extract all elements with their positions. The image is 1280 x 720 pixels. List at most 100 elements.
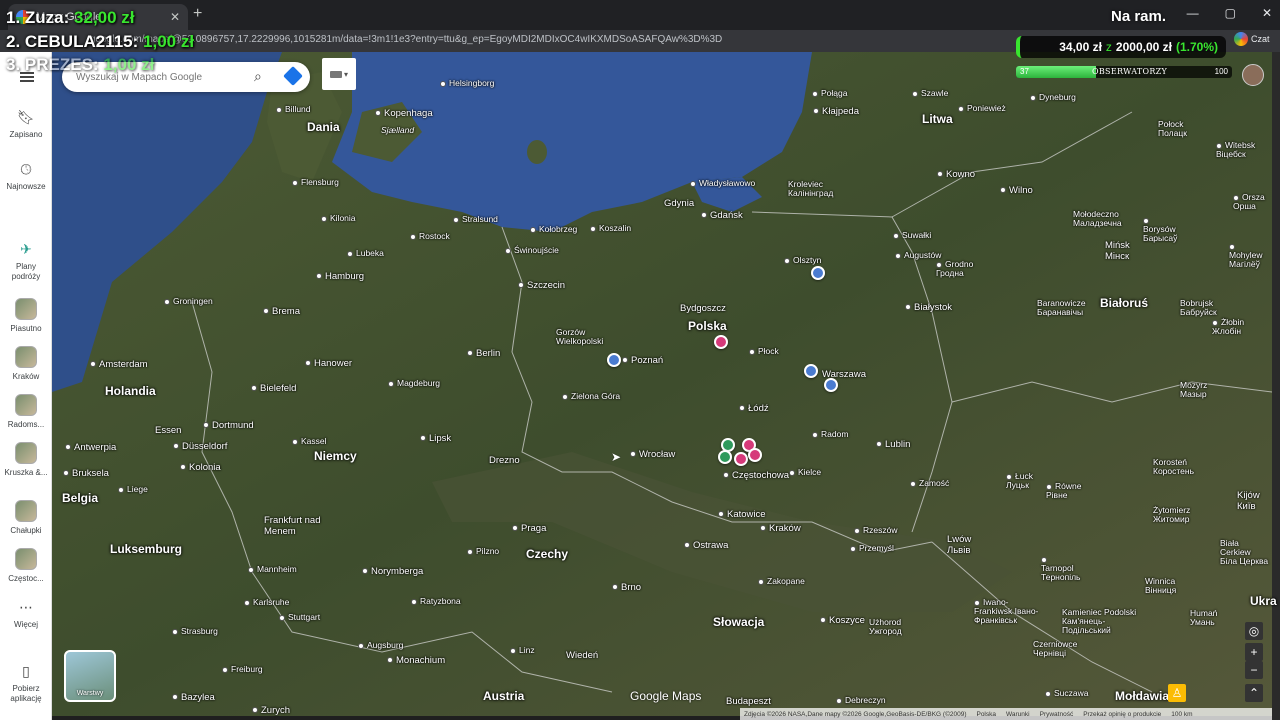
city-label: Kopenhaga [375, 108, 433, 119]
city-label: Połock Полацк [1158, 119, 1187, 138]
rail-item-place[interactable]: Chałupki [0, 500, 52, 536]
rail-item-place[interactable]: Kruszka &... [0, 442, 52, 478]
donation-goal: 34,00 zł z 2000,00 zł (1.70%) [1016, 36, 1226, 58]
input-tools-button[interactable]: ▾ [322, 58, 356, 90]
observers-max: 100 [1214, 67, 1228, 76]
zoom-in-button[interactable]: + [1245, 643, 1263, 661]
account-avatar[interactable] [1242, 64, 1264, 86]
city-label: Biała Cerkiew Біла Церква [1220, 538, 1269, 566]
saved-place-pin[interactable] [811, 266, 825, 280]
favorite-place-pin[interactable] [748, 448, 762, 462]
city-label: Pilzno [467, 546, 499, 556]
close-window-button[interactable]: ✕ [1262, 6, 1272, 20]
saved-place-pin[interactable] [824, 378, 838, 392]
saved-place-pin[interactable] [804, 364, 818, 378]
city-label: Rzeszów [854, 525, 897, 535]
rail-item-recent[interactable]: 🕓︎ Najnowsze [0, 160, 52, 192]
city-label: Bielefeld [251, 383, 296, 394]
window-controls: — ▢ ✕ [1187, 6, 1272, 20]
rail-item-get-app[interactable]: ▯ Pobierz aplikację [0, 662, 52, 704]
rail-item-more[interactable]: ⋯ Więcej [0, 598, 52, 630]
rail-item-saved[interactable]: 🔖︎ Zapisano [0, 108, 52, 140]
city-label: Częstochowa [723, 470, 789, 481]
city-label: Freiburg [222, 664, 263, 674]
city-label: Połąga [812, 88, 847, 98]
city-label: Liege [118, 484, 148, 494]
city-label: Wrocław [630, 449, 675, 460]
zoom-out-button[interactable]: − [1245, 661, 1263, 679]
leader-amount: 1,00 zł [143, 32, 195, 51]
saved-place-pin[interactable] [607, 353, 621, 367]
city-label: Monachium [387, 655, 445, 666]
page-scrollbar[interactable] [1272, 52, 1280, 720]
city-label: Płock [749, 346, 779, 356]
leader-amount: 32,00 zł [74, 8, 135, 27]
city-label: Flensburg [292, 177, 339, 187]
scale-label: 100 km [1171, 710, 1193, 718]
city-label: Mińsk Мінск [1105, 240, 1130, 262]
city-label: Wiedeń [566, 650, 599, 661]
place-thumbnail [15, 394, 37, 416]
city-label: Władysławowo [690, 178, 755, 188]
city-label: Winnica Вінниця [1145, 576, 1177, 595]
city-label: Zamość [910, 478, 949, 488]
rail-item-place[interactable]: Radoms... [0, 394, 52, 430]
city-label: Gorzów Wielkopolski [556, 327, 604, 346]
city-label: Brno [612, 582, 641, 593]
rail-item-trips[interactable]: ✈︎ Plany podróży [0, 240, 52, 282]
footer-link-terms[interactable]: Warunki [1006, 711, 1030, 718]
search-icon[interactable]: ⌕ [254, 68, 262, 85]
country-label: Holandia [105, 384, 156, 398]
directions-icon[interactable] [283, 66, 303, 86]
footer-link-country[interactable]: Polska [976, 711, 996, 718]
chat-button[interactable]: Czat [1234, 32, 1270, 46]
maximize-button[interactable]: ▢ [1225, 6, 1236, 20]
favorite-place-pin[interactable] [714, 335, 728, 349]
my-location-icon[interactable]: ◎ [1245, 622, 1263, 640]
rail-item-place[interactable]: Piasutno [0, 298, 52, 334]
rail-item-label: Zapisano [9, 130, 43, 139]
city-label: Wilno [1000, 185, 1033, 196]
expand-icon[interactable]: ⌃ [1245, 684, 1263, 702]
city-label: Kołobrzeg [530, 224, 577, 234]
goal-percent: (1.70%) [1175, 40, 1218, 54]
dropdown-arrow-icon: ▾ [343, 69, 348, 79]
observers-count: 37 [1020, 67, 1029, 76]
favorite-place-pin[interactable] [734, 452, 748, 466]
city-label: Karlsruhe [244, 597, 289, 607]
rail-item-place[interactable]: Częstoc... [0, 548, 52, 584]
city-label: Kowno [937, 169, 975, 180]
keyboard-icon [329, 70, 342, 78]
city-label: Kroleviec Калінінград [788, 179, 834, 198]
rail-item-label: Pobierz aplikację [10, 684, 42, 703]
rail-item-label: Piasutno [10, 324, 42, 333]
rail-item-label: Częstoc... [8, 574, 44, 583]
footer-link-feedback[interactable]: Przekaż opinię o produkcie [1083, 711, 1161, 718]
layers-button[interactable]: Warstwy [64, 650, 116, 702]
country-label: Niemcy [314, 449, 357, 463]
city-label: Stuttgart [279, 612, 320, 622]
tab-close-icon[interactable]: ✕ [170, 10, 180, 24]
city-label: Amsterdam [90, 359, 148, 370]
city-label: Mołodeczno Маладзечна [1073, 209, 1122, 228]
country-label: Słowacja [713, 615, 765, 629]
city-label: Essen [155, 425, 182, 436]
leader-amount: 1,00 zł [103, 55, 155, 74]
pegman-icon[interactable]: ♙ [1168, 684, 1186, 702]
city-label: Billund [276, 104, 311, 114]
city-label: Bydgoszcz [680, 303, 726, 314]
footer-link-privacy[interactable]: Prywatność [1040, 711, 1074, 718]
city-label: Strasburg [172, 626, 218, 636]
new-tab-button[interactable]: + [193, 5, 202, 23]
city-label: Kraków [760, 523, 801, 534]
leaderboard-entry-3: 3. PREZES: 1,00 zł [6, 55, 154, 75]
rail-item-place[interactable]: Kraków [0, 346, 52, 382]
minimize-button[interactable]: — [1187, 6, 1199, 20]
city-label: Augustów [895, 250, 941, 260]
saved-place-pin[interactable] [718, 450, 732, 464]
country-label: Litwa [922, 112, 953, 126]
city-label: Frankfurt nad Menem [264, 515, 321, 537]
city-label: Białystok [905, 302, 952, 313]
city-label: Linz [510, 645, 535, 655]
city-label: Hamburg [316, 271, 364, 282]
